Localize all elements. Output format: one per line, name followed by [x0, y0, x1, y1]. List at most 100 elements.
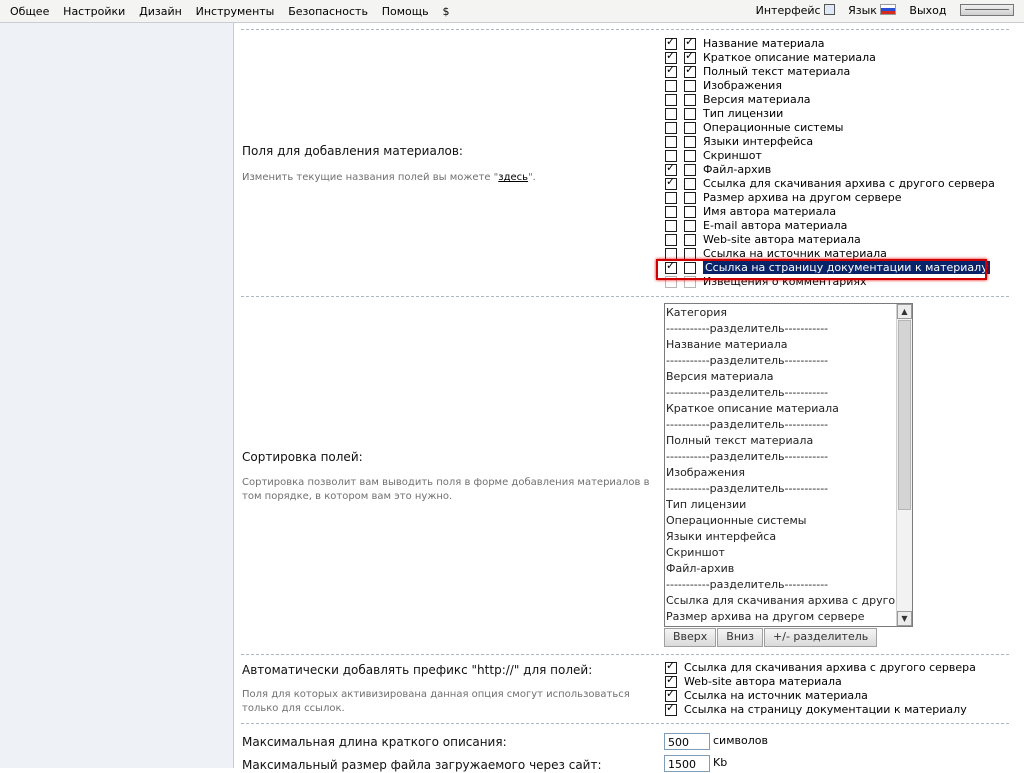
- field-required-checkbox[interactable]: [684, 234, 696, 246]
- field-enable-checkbox[interactable]: [665, 63, 677, 78]
- language-switch[interactable]: Язык: [848, 4, 896, 17]
- menu-security[interactable]: Безопасность: [288, 5, 368, 18]
- field-enable-checkbox[interactable]: [665, 206, 677, 218]
- prefix-desc: Поля для которых активизирована данная о…: [242, 689, 630, 714]
- prefix-label: Автоматически добавлять префикс "http://…: [242, 663, 593, 677]
- field-enable-checkbox[interactable]: [665, 234, 677, 246]
- field-row: Имя автора материала: [665, 205, 995, 219]
- menu-settings[interactable]: Настройки: [63, 5, 125, 18]
- sort-list-option[interactable]: -----------разделитель-----------: [666, 385, 895, 401]
- field-enable-checkbox[interactable]: [665, 136, 677, 148]
- field-row: Языки интерфейса: [665, 135, 995, 149]
- sort-fields-listbox[interactable]: Категория -----------разделитель---------…: [664, 303, 913, 627]
- russian-flag-icon: [879, 4, 896, 15]
- field-required-checkbox[interactable]: [684, 136, 696, 148]
- field-enable-checkbox[interactable]: [665, 94, 677, 106]
- field-label: Полный текст материала: [703, 65, 851, 78]
- sort-list-option[interactable]: -----------разделитель-----------: [666, 321, 895, 337]
- move-up-button[interactable]: Вверх: [664, 628, 717, 647]
- sort-list-option[interactable]: Размер архива на другом сервере: [666, 609, 895, 625]
- move-down-button[interactable]: Вниз: [717, 628, 764, 647]
- menu-tools[interactable]: Инструменты: [196, 5, 275, 18]
- rename-fields-link[interactable]: здесь: [498, 172, 528, 183]
- sort-list-option[interactable]: Скриншот: [666, 545, 895, 561]
- field-required-checkbox[interactable]: [684, 178, 696, 190]
- field-label: Версия материала: [703, 93, 811, 106]
- field-required-checkbox[interactable]: [684, 206, 696, 218]
- sort-list-option[interactable]: Файл-архив: [666, 561, 895, 577]
- sort-list-option[interactable]: Полный текст материала: [666, 433, 895, 449]
- sort-list-option[interactable]: Операционные системы: [666, 513, 895, 529]
- field-row: Версия материала: [665, 93, 995, 107]
- sort-list-option[interactable]: Тип лицензии: [666, 497, 895, 513]
- field-enable-checkbox[interactable]: [665, 220, 677, 232]
- menu-help[interactable]: Помощь: [382, 5, 429, 18]
- field-enable-checkbox[interactable]: [665, 108, 677, 120]
- toggle-separator-button[interactable]: +/- разделитель: [764, 628, 878, 647]
- fields-label: Поля для добавления материалов:: [242, 144, 463, 158]
- field-label: Web-site автора материала: [703, 233, 861, 246]
- maxsize-label: Максимальный размер файла загружаемого ч…: [242, 758, 602, 772]
- field-required-checkbox[interactable]: [684, 150, 696, 162]
- field-label: Ссылка для скачивания архива с другого с…: [703, 177, 995, 190]
- sort-list-option[interactable]: -----------разделитель-----------: [666, 353, 895, 369]
- field-required-checkbox[interactable]: [684, 220, 696, 232]
- sort-list-option[interactable]: -----------разделитель-----------: [666, 449, 895, 465]
- field-required-checkbox[interactable]: [684, 94, 696, 106]
- listbox-scrollbar[interactable]: ▲ ▼: [896, 304, 912, 626]
- sort-list-option[interactable]: Категория: [666, 305, 895, 321]
- field-row: Изображения: [665, 79, 995, 93]
- scroll-up-arrow-icon[interactable]: ▲: [897, 304, 912, 319]
- sort-label: Сортировка полей:: [242, 450, 363, 464]
- divider: [241, 654, 1009, 655]
- field-enable-checkbox[interactable]: [665, 175, 677, 190]
- maxsize-unit: Kb: [713, 756, 728, 769]
- field-enable-checkbox[interactable]: [665, 122, 677, 134]
- maxlen-input[interactable]: 500: [664, 733, 710, 750]
- fields-desc: Изменить текущие названия полей вы может…: [242, 171, 536, 185]
- field-row: Краткое описание материала: [665, 49, 995, 65]
- sort-list-option[interactable]: Изображения: [666, 465, 895, 481]
- field-label: E-mail автора материала: [703, 219, 848, 232]
- field-required-checkbox[interactable]: [684, 63, 696, 78]
- field-row: Файл-архив: [665, 161, 995, 177]
- field-label: Операционные системы: [703, 121, 844, 134]
- field-label: Размер архива на другом сервере: [703, 191, 902, 204]
- menu-design[interactable]: Дизайн: [139, 5, 182, 18]
- sort-list-option[interactable]: Ссылка для скачивания архива с другого с…: [666, 593, 895, 609]
- scroll-down-arrow-icon[interactable]: ▼: [897, 611, 912, 626]
- field-required-checkbox[interactable]: [684, 164, 696, 176]
- field-required-checkbox[interactable]: [684, 122, 696, 134]
- prefix-checkbox[interactable]: [665, 701, 677, 716]
- field-label: Название материала: [703, 37, 825, 50]
- menu-general[interactable]: Общее: [10, 5, 49, 18]
- maxsize-input[interactable]: 1500: [664, 755, 710, 772]
- selection-highlight-box: [656, 259, 987, 280]
- sort-list-option[interactable]: Краткое описание материала: [666, 401, 895, 417]
- field-enable-checkbox[interactable]: [665, 80, 677, 92]
- sort-list-option[interactable]: Языки интерфейса: [666, 529, 895, 545]
- top-menu-bar: Общее Настройки Дизайн Инструменты Безоп…: [0, 0, 1024, 23]
- interface-switch[interactable]: Интерфейс: [756, 4, 835, 17]
- interface-label: Интерфейс: [755, 4, 821, 17]
- field-required-checkbox[interactable]: [684, 108, 696, 120]
- sort-list-option[interactable]: Версия материала: [666, 369, 895, 385]
- divider: [241, 723, 1009, 724]
- sort-list-option[interactable]: Название материала: [666, 337, 895, 353]
- exit-link[interactable]: Выход: [909, 4, 946, 17]
- field-row: Тип лицензии: [665, 107, 995, 121]
- panel-slider-icon[interactable]: [960, 4, 1014, 16]
- field-enable-checkbox[interactable]: [665, 192, 677, 204]
- prefix-field-label: Web-site автора материала: [684, 675, 842, 688]
- field-required-checkbox[interactable]: [684, 80, 696, 92]
- sort-list-option[interactable]: -----------разделитель-----------: [666, 417, 895, 433]
- scroll-thumb[interactable]: [898, 320, 911, 510]
- prefix-field-label: Ссылка на источник материала: [684, 689, 868, 702]
- menu-dollar[interactable]: $: [442, 5, 449, 18]
- sort-list-option[interactable]: -----------разделитель-----------: [666, 577, 895, 593]
- field-label: Языки интерфейса: [703, 135, 814, 148]
- sort-list-option[interactable]: -----------разделитель-----------: [666, 481, 895, 497]
- field-row: Скриншот: [665, 149, 995, 163]
- field-required-checkbox[interactable]: [684, 192, 696, 204]
- field-label: Скриншот: [703, 149, 762, 162]
